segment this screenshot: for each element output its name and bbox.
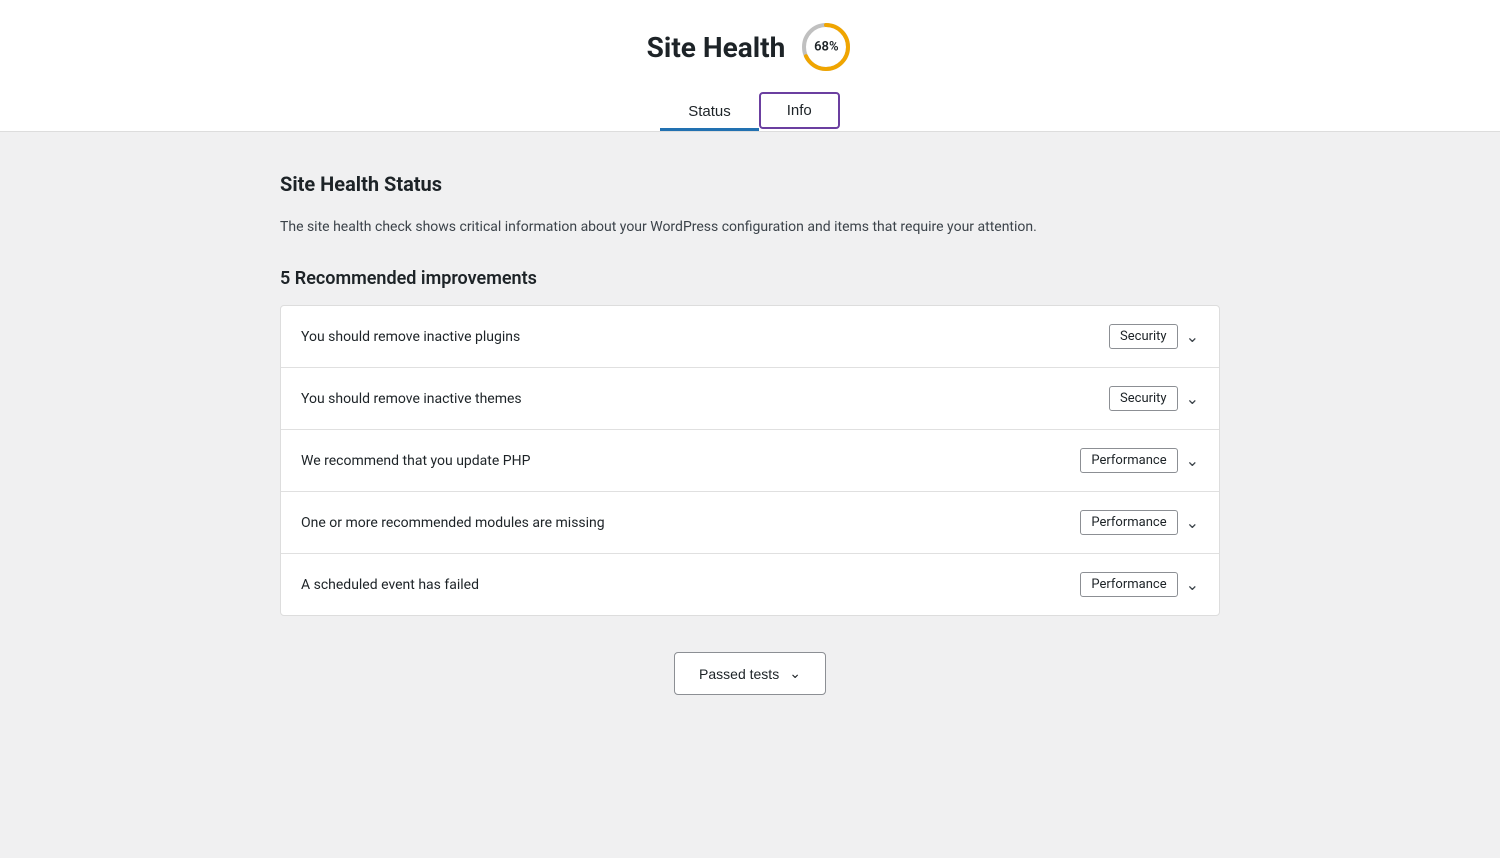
- item-label: You should remove inactive themes: [301, 391, 522, 407]
- item-badge: Security: [1109, 386, 1178, 411]
- item-badge: Security: [1109, 324, 1178, 349]
- item-right: Performance ⌄: [1080, 510, 1199, 535]
- list-item[interactable]: A scheduled event has failed Performance…: [281, 554, 1219, 615]
- passed-tests-button[interactable]: Passed tests ⌄: [674, 652, 826, 695]
- item-badge: Performance: [1080, 510, 1177, 535]
- items-list: You should remove inactive plugins Secur…: [280, 305, 1220, 616]
- page-header: Site Health 68% Status Info: [0, 0, 1500, 132]
- item-right: Performance ⌄: [1080, 572, 1199, 597]
- main-content: Site Health Status The site health check…: [260, 132, 1240, 735]
- tab-status[interactable]: Status: [660, 92, 759, 131]
- score-circle: 68%: [799, 20, 853, 74]
- tabs: Status Info: [660, 92, 840, 131]
- section-title: Site Health Status: [280, 172, 1220, 196]
- chevron-down-icon: ⌄: [789, 665, 801, 682]
- score-text: 68%: [814, 40, 838, 55]
- list-item[interactable]: We recommend that you update PHP Perform…: [281, 430, 1219, 492]
- item-right: Security ⌄: [1109, 324, 1199, 349]
- list-item[interactable]: You should remove inactive plugins Secur…: [281, 306, 1219, 368]
- list-item[interactable]: One or more recommended modules are miss…: [281, 492, 1219, 554]
- passed-tests-label: Passed tests: [699, 666, 779, 682]
- chevron-down-icon: ⌄: [1186, 391, 1199, 407]
- item-label: A scheduled event has failed: [301, 577, 479, 593]
- passed-tests-section: Passed tests ⌄: [280, 652, 1220, 695]
- item-label: You should remove inactive plugins: [301, 329, 520, 345]
- item-badge: Performance: [1080, 448, 1177, 473]
- chevron-down-icon: ⌄: [1186, 515, 1199, 531]
- item-right: Performance ⌄: [1080, 448, 1199, 473]
- improvements-title: 5 Recommended improvements: [280, 268, 1220, 289]
- item-badge: Performance: [1080, 572, 1177, 597]
- title-row: Site Health 68%: [647, 20, 854, 74]
- description: The site health check shows critical inf…: [280, 216, 1220, 238]
- list-item[interactable]: You should remove inactive themes Securi…: [281, 368, 1219, 430]
- item-right: Security ⌄: [1109, 386, 1199, 411]
- chevron-down-icon: ⌄: [1186, 577, 1199, 593]
- tab-info[interactable]: Info: [759, 92, 840, 129]
- chevron-down-icon: ⌄: [1186, 329, 1199, 345]
- item-label: One or more recommended modules are miss…: [301, 515, 605, 531]
- page-title: Site Health: [647, 31, 786, 64]
- chevron-down-icon: ⌄: [1186, 453, 1199, 469]
- item-label: We recommend that you update PHP: [301, 453, 530, 469]
